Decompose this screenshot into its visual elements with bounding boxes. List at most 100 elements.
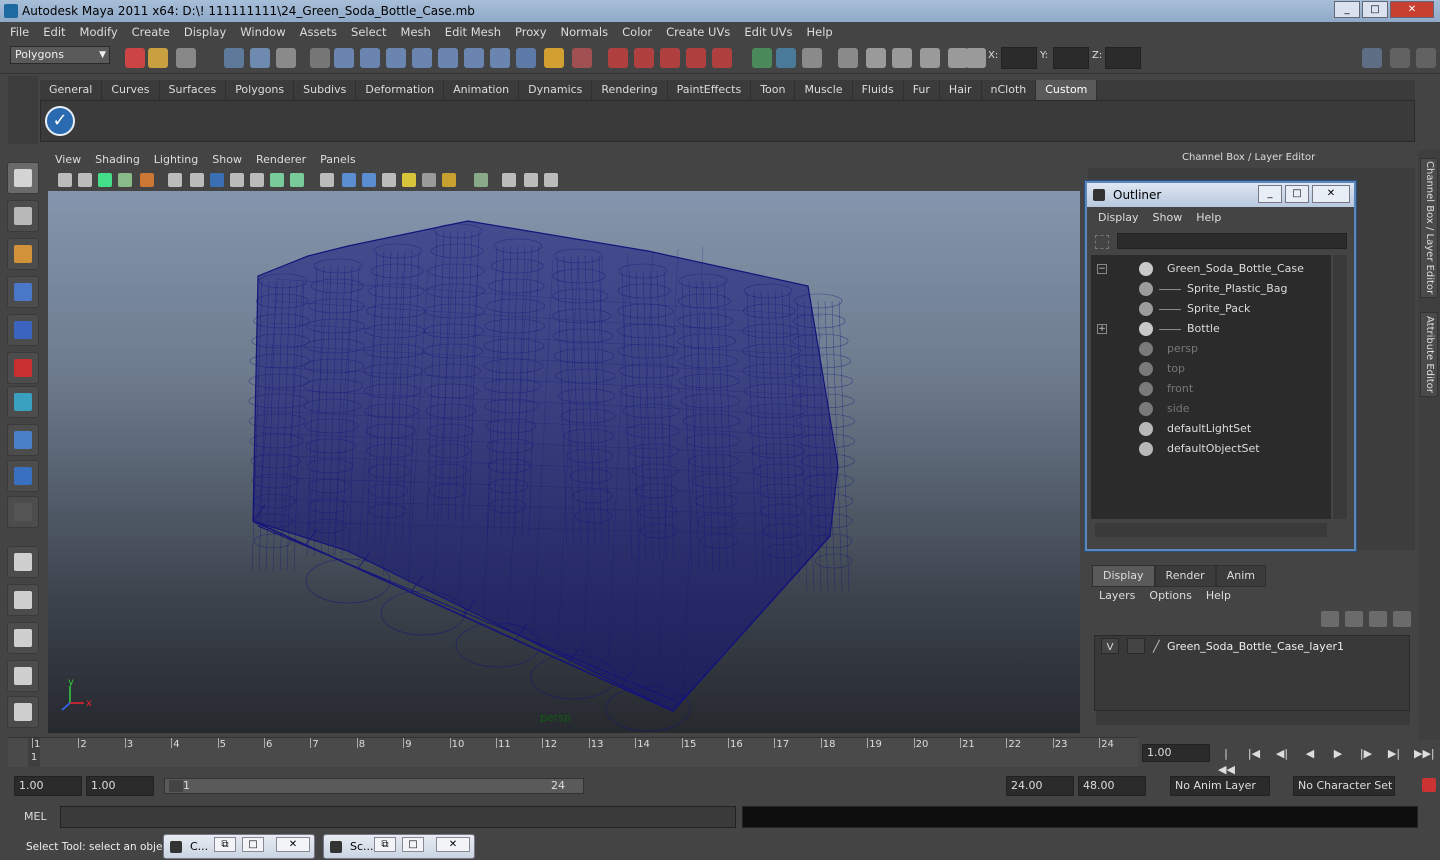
x-field[interactable] [1001,47,1037,69]
viewport-toolbar-icon[interactable] [342,173,356,187]
menu-create[interactable]: Create [125,25,177,39]
toolbar-icon[interactable] [490,48,510,68]
toolbar-icon[interactable] [125,48,145,68]
filter-icon[interactable] [1095,235,1109,249]
last-tool-button[interactable] [7,496,39,528]
layer-tab-display[interactable]: Display [1092,565,1155,587]
outliner-title-bar[interactable]: Outliner _ □ ✕ [1087,183,1354,207]
viewport-toolbar-icon[interactable] [270,173,284,187]
range-handle-left[interactable] [169,780,183,792]
close-button[interactable]: ✕ [436,837,470,852]
minimized-window-2[interactable]: Sc... ⧉ □ ✕ [323,834,475,859]
character-set-dropdown[interactable]: No Character Set [1293,776,1395,796]
viewport-toolbar-icon[interactable] [168,173,182,187]
shelf-tab-custom[interactable]: Custom [1036,80,1098,100]
menu-edit-uvs[interactable]: Edit UVs [737,25,799,39]
menu-color[interactable]: Color [615,25,659,39]
single-perspective-layout-button[interactable] [7,546,39,578]
time-slider[interactable]: 1 1 2 3 4 5 6 7 8 9 10 11 12 13 14 15 16 17 18 19 20 21 22 23 2… [8,737,1138,767]
shelf-tab-dynamics[interactable]: Dynamics [519,80,593,100]
menu-window[interactable]: Window [233,25,292,39]
layer-horizontal-scrollbar[interactable] [1096,711,1410,725]
maximize-button[interactable]: □ [402,837,424,852]
go-to-start-button[interactable]: |◀◀ [1218,746,1235,776]
toolbar-icon[interactable] [176,48,196,68]
outliner-menu-display[interactable]: Display [1091,211,1146,224]
viewport-toolbar-icon[interactable] [442,173,456,187]
toolbar-icon[interactable] [386,48,406,68]
viewport-toolbar-icon[interactable] [78,173,92,187]
viewport-toolbar-icon[interactable] [250,173,264,187]
outliner-maximize-button[interactable]: □ [1285,185,1309,203]
show-manipulator-button[interactable] [7,460,39,492]
toolbar-icon[interactable] [544,48,564,68]
anim-start-field[interactable]: 1.00 [14,776,82,796]
shelf-tab-animation[interactable]: Animation [444,80,520,100]
shelf-tab-fur[interactable]: Fur [904,80,940,100]
toolbar-icon[interactable] [866,48,886,68]
menu-modify[interactable]: Modify [73,25,125,39]
lasso-tool-button[interactable] [7,200,39,232]
minimized-window-1[interactable]: C... ⧉ □ ✕ [163,834,315,859]
viewport-toolbar-icon[interactable] [140,173,154,187]
move-layer-down-icon[interactable] [1345,611,1363,627]
panel-menu-lighting[interactable]: Lighting [147,152,205,170]
y-field[interactable] [1053,47,1089,69]
playback-start-field[interactable]: 1.00 [86,776,154,796]
toolbar-icon[interactable] [310,48,330,68]
maximize-button[interactable]: □ [242,837,264,852]
play-forward-button[interactable]: ▶ [1330,746,1346,762]
current-time-field[interactable]: 1.00 [1142,744,1210,762]
menu-display[interactable]: Display [177,25,233,39]
panel-menu-shading[interactable]: Shading [88,152,147,170]
toolbar-icon[interactable] [224,48,244,68]
restore-button[interactable]: ⧉ [214,837,236,852]
toolbar-icon[interactable] [920,48,940,68]
z-field[interactable] [1105,47,1141,69]
expand-toggle[interactable]: − [1097,264,1107,274]
toolbar-icon[interactable] [608,48,628,68]
checkmark-icon[interactable]: ✓ [45,106,75,136]
anim-prefs-icon[interactable] [1422,778,1436,792]
menu-help[interactable]: Help [800,25,840,39]
outliner-item[interactable]: top [1091,359,1331,379]
four-view-layout-button[interactable] [7,584,39,616]
outliner-search-input[interactable] [1117,233,1347,249]
menu-create-uvs[interactable]: Create UVs [659,25,737,39]
panel-menu-panels[interactable]: Panels [313,152,362,170]
shelf-tab-toon[interactable]: Toon [751,80,796,100]
outliner-menu-show[interactable]: Show [1146,211,1190,224]
menu-set-selector[interactable]: Polygons ▼ [10,46,110,64]
outliner-close-button[interactable]: ✕ [1312,185,1350,203]
shelf-tab-hair[interactable]: Hair [940,80,982,100]
channel-box-tab[interactable]: Channel Box / Layer Editor [1420,158,1438,298]
close-button[interactable]: ✕ [1390,1,1434,18]
layer-tab-anim[interactable]: Anim [1215,565,1266,587]
toolbar-icon[interactable] [438,48,458,68]
minimize-button[interactable]: _ [1334,1,1360,18]
go-to-end-button[interactable]: ▶▶| [1414,746,1435,762]
toolbar-icon[interactable] [516,48,536,68]
viewport-toolbar-icon[interactable] [118,173,132,187]
quick-layout-button[interactable] [7,696,39,728]
menu-edit[interactable]: Edit [36,25,72,39]
toolbar-icon[interactable] [572,48,592,68]
outliner-item[interactable]: − Green_Soda_Bottle_Case [1091,259,1331,279]
toolbar-icon[interactable] [360,48,380,68]
range-slider[interactable]: 1 24 [164,778,584,794]
attribute-editor-toggle-icon[interactable] [1416,48,1436,68]
shelf-tab-fluids[interactable]: Fluids [853,80,904,100]
viewport-toolbar-icon[interactable] [474,173,488,187]
layer-type-toggle[interactable] [1127,638,1145,654]
outliner-item[interactable]: Sprite_Plastic_Bag [1091,279,1331,299]
outliner-item[interactable]: + Bottle [1091,319,1331,339]
layer-menu-layers[interactable]: Layers [1092,589,1142,602]
layer-menu-options[interactable]: Options [1142,589,1198,602]
mel-label[interactable]: MEL [24,810,47,823]
toolbar-icon[interactable] [802,48,822,68]
outliner-horizontal-scrollbar[interactable] [1095,523,1327,537]
menu-select[interactable]: Select [344,25,393,39]
panel-menu-renderer[interactable]: Renderer [249,152,313,170]
shelf-tab-deformation[interactable]: Deformation [356,80,445,100]
new-layer-icon[interactable] [1369,611,1387,627]
